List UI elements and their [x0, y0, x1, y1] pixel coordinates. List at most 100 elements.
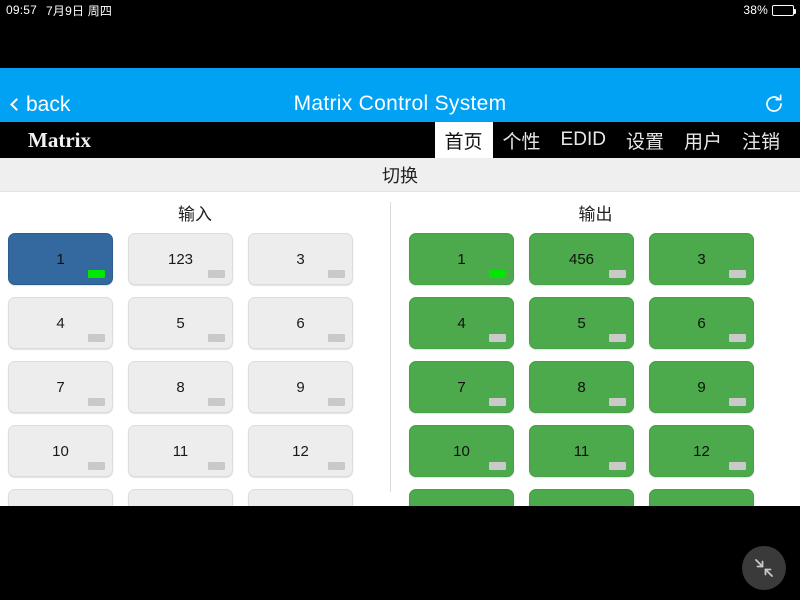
output-button[interactable] [649, 489, 754, 506]
output-button[interactable]: 8 [529, 361, 634, 413]
input-button[interactable]: 4 [8, 297, 113, 349]
output-button[interactable]: 11 [529, 425, 634, 477]
output-header: 输出 [578, 205, 613, 224]
input-button-label: 8 [176, 378, 185, 396]
input-status-indicator [88, 270, 105, 278]
output-button-label: 11 [573, 442, 590, 460]
collapse-arrows-icon [755, 559, 773, 577]
input-button-label: 5 [176, 314, 185, 332]
output-button[interactable]: 6 [649, 297, 754, 349]
input-header: 输入 [178, 205, 212, 224]
collapse-floating-button[interactable] [742, 546, 786, 590]
output-status-indicator [489, 334, 506, 342]
input-button[interactable]: 3 [248, 233, 353, 285]
input-button[interactable] [128, 489, 233, 506]
output-button[interactable]: 5 [529, 297, 634, 349]
output-status-indicator [729, 462, 746, 470]
chevron-left-icon [10, 98, 23, 111]
input-button-label: 9 [296, 378, 305, 396]
back-button[interactable]: back [10, 93, 71, 117]
output-status-indicator [609, 398, 626, 406]
output-button[interactable]: 1 [409, 233, 514, 285]
input-button-label: 12 [292, 442, 309, 460]
output-status-indicator [489, 398, 506, 406]
output-button[interactable]: 4 [409, 297, 514, 349]
input-status-indicator [88, 334, 105, 342]
output-button-label: 10 [453, 442, 470, 460]
input-button-label: 10 [52, 442, 69, 460]
status-bar: 09:57 7月9日 周四 38% [0, 0, 800, 20]
refresh-icon[interactable] [762, 92, 786, 116]
nav-item-personal[interactable]: 个性 [493, 122, 551, 158]
output-button-label: 12 [693, 442, 710, 460]
battery-percent-label: 38% [743, 3, 768, 17]
output-button[interactable]: 456 [529, 233, 634, 285]
input-button[interactable]: 12 [248, 425, 353, 477]
output-status-indicator [489, 462, 506, 470]
output-status-indicator [609, 334, 626, 342]
input-button[interactable]: 9 [248, 361, 353, 413]
input-status-indicator [328, 398, 345, 406]
nav-item-settings[interactable]: 设置 [616, 122, 674, 158]
input-button-label: 123 [167, 250, 194, 268]
input-pane: 输入 1 123 3 4 5 6 7 8 9 10 11 12 [0, 192, 390, 506]
screen-letterbox-top [0, 20, 800, 68]
input-button[interactable]: 11 [128, 425, 233, 477]
content-area: 切换 输入 1 123 3 4 5 6 7 8 9 10 11 12 输出 1 456 3 4 5 6 7 8 9 10… [0, 158, 800, 506]
output-button[interactable] [409, 489, 514, 506]
input-status-indicator [328, 334, 345, 342]
output-button[interactable]: 10 [409, 425, 514, 477]
input-status-indicator [208, 462, 225, 470]
title-bar: back Matrix Control System [0, 68, 800, 122]
output-button-grid: 1 456 3 4 5 6 7 8 9 10 11 12 [391, 233, 800, 506]
nav-item-edid[interactable]: EDID [551, 122, 616, 158]
input-button-label: 3 [296, 250, 305, 268]
input-button-grid: 1 123 3 4 5 6 7 8 9 10 11 12 [0, 233, 390, 506]
input-button[interactable]: 6 [248, 297, 353, 349]
nav-menu: 首页 个性 EDID 设置 用户 注销 [434, 122, 800, 158]
output-button[interactable]: 9 [649, 361, 754, 413]
output-status-indicator [729, 270, 746, 278]
input-button[interactable]: 8 [128, 361, 233, 413]
output-button-label: 1 [457, 250, 466, 268]
input-button[interactable]: 10 [8, 425, 113, 477]
input-button[interactable] [248, 489, 353, 506]
nav-item-logout[interactable]: 注销 [732, 122, 790, 158]
nav-item-user[interactable]: 用户 [674, 122, 732, 158]
output-button-label: 6 [697, 314, 706, 332]
page-title: Matrix Control System [293, 92, 507, 115]
output-status-indicator [729, 334, 746, 342]
input-status-indicator [328, 462, 345, 470]
back-button-label: back [26, 93, 71, 116]
output-button[interactable]: 12 [649, 425, 754, 477]
status-bar-left: 09:57 7月9日 周四 [6, 2, 112, 19]
output-button-label: 5 [577, 314, 586, 332]
switch-panes: 输入 1 123 3 4 5 6 7 8 9 10 11 12 输出 1 456 3 4 5 6 7 8 9 10 11 1… [0, 192, 800, 506]
input-status-indicator [328, 270, 345, 278]
section-title: 切换 [0, 158, 800, 192]
input-button-label: 11 [172, 442, 189, 460]
output-button[interactable] [529, 489, 634, 506]
output-button-label: 7 [457, 378, 466, 396]
output-button[interactable]: 7 [409, 361, 514, 413]
status-date: 7月9日 周四 [46, 3, 113, 18]
input-status-indicator [88, 462, 105, 470]
status-time: 09:57 [6, 3, 38, 17]
status-bar-right: 38% [743, 3, 796, 17]
input-button[interactable] [8, 489, 113, 506]
output-pane: 输出 1 456 3 4 5 6 7 8 9 10 11 12 [391, 192, 800, 506]
nav-item-home[interactable]: 首页 [434, 122, 493, 158]
input-button-label: 7 [56, 378, 65, 396]
input-button[interactable]: 7 [8, 361, 113, 413]
output-button[interactable]: 3 [649, 233, 754, 285]
output-button-label: 9 [697, 378, 706, 396]
input-button[interactable]: 5 [128, 297, 233, 349]
output-button-label: 4 [457, 314, 466, 332]
brand-logo: Matrix [28, 127, 91, 152]
nav-bar: Matrix 首页 个性 EDID 设置 用户 注销 [0, 122, 800, 158]
input-button[interactable]: 123 [128, 233, 233, 285]
input-button[interactable]: 1 [8, 233, 113, 285]
input-status-indicator [88, 398, 105, 406]
input-button-label: 4 [56, 314, 65, 332]
input-button-label: 6 [296, 314, 305, 332]
